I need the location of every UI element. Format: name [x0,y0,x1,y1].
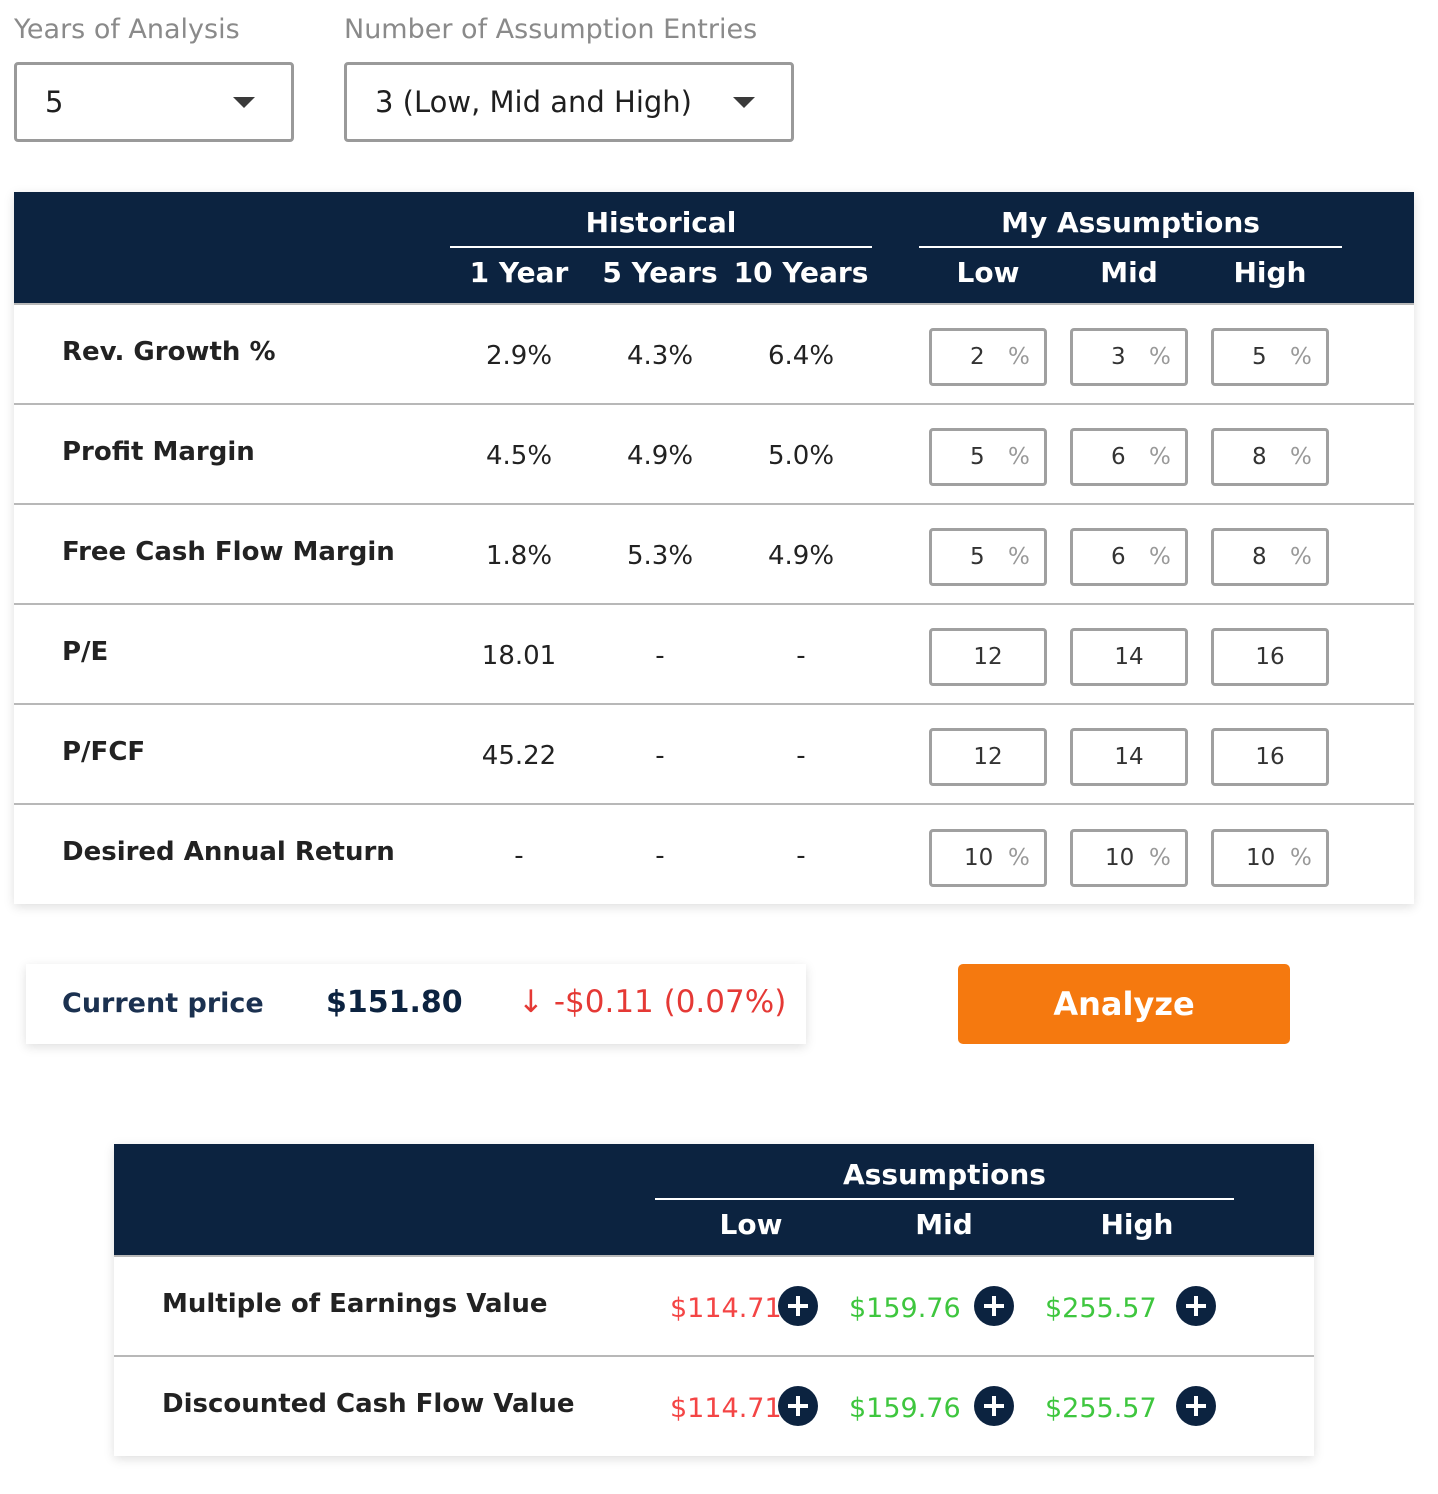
mid-input[interactable]: 6% [1070,528,1188,586]
high-input[interactable]: 10% [1211,829,1329,887]
mid-value: $159.76 [849,1293,961,1324]
row-label: P/FCF [62,737,146,767]
low-input[interactable]: 5% [929,428,1047,486]
mid-input[interactable]: 10% [1070,829,1188,887]
hist-10-years: - [796,741,806,771]
table-row: Profit Margin 4.5% 4.9% 5.0% 5% 6% 8% [14,403,1414,503]
high-input[interactable]: 8% [1211,428,1329,486]
mid-input[interactable]: 6% [1070,428,1188,486]
table-row: Multiple of Earnings Value $114.71 $159.… [114,1255,1314,1355]
table-row: P/E 18.01 - - 12 14 16 [14,603,1414,703]
assumption-entries-select[interactable]: 3 (Low, Mid and High) [344,62,794,142]
current-price-label: Current price [62,988,264,1019]
hist-5-years: 5.3% [626,541,694,571]
historical-group-header: Historical [585,206,737,239]
chevron-down-icon [733,96,755,108]
hist-10-years: - [796,841,806,871]
row-label: P/E [62,637,109,667]
mid-input[interactable]: 3% [1070,328,1188,386]
plus-circle-icon[interactable] [974,1386,1014,1426]
table-row: Free Cash Flow Margin 1.8% 5.3% 4.9% 5% … [14,503,1414,603]
high-value: $255.57 [1045,1293,1157,1324]
hist-1-year: 2.9% [485,341,553,371]
plus-circle-icon[interactable] [778,1386,818,1426]
mid-value: $159.76 [849,1393,961,1424]
row-label: Discounted Cash Flow Value [162,1389,575,1419]
high-input[interactable]: 16 [1211,628,1329,686]
table-row: Discounted Cash Flow Value $114.71 $159.… [114,1355,1314,1455]
row-label: Rev. Growth % [62,337,276,367]
assumption-entries-value: 3 (Low, Mid and High) [375,85,692,119]
hist-5-years: - [655,741,665,771]
hist-1-year: - [514,841,524,871]
col-header-5-years: 5 Years [602,256,718,289]
plus-circle-icon[interactable] [974,1286,1014,1326]
years-of-analysis-value: 5 [45,85,64,119]
col-header-low: Low [719,1208,783,1241]
plus-circle-icon[interactable] [778,1286,818,1326]
high-value: $255.57 [1045,1393,1157,1424]
assumptions-table-header: Historical My Assumptions 1 Year 5 Years… [14,192,1414,304]
table-row: P/FCF 45.22 - - 12 14 16 [14,703,1414,803]
table-row: Rev. Growth % 2.9% 4.3% 6.4% 2% 3% 5% [14,303,1414,403]
low-input[interactable]: 5% [929,528,1047,586]
low-input[interactable]: 12 [929,628,1047,686]
analyze-button[interactable]: Analyze [958,964,1290,1044]
plus-circle-icon[interactable] [1176,1386,1216,1426]
chevron-down-icon [233,96,255,108]
mid-input[interactable]: 14 [1070,628,1188,686]
plus-circle-icon[interactable] [1176,1286,1216,1326]
high-input[interactable]: 16 [1211,728,1329,786]
col-header-1-year: 1 Year [469,256,569,289]
mid-input[interactable]: 14 [1070,728,1188,786]
low-input[interactable]: 12 [929,728,1047,786]
assumptions-table: Historical My Assumptions 1 Year 5 Years… [14,192,1414,904]
col-header-high: High [1100,1208,1174,1241]
low-value: $114.71 [670,1293,782,1324]
high-input[interactable]: 5% [1211,328,1329,386]
col-header-mid: Mid [915,1208,973,1241]
row-label: Desired Annual Return [62,837,395,867]
hist-5-years: - [655,841,665,871]
hist-10-years: 6.4% [767,341,835,371]
hist-5-years: 4.9% [626,441,694,471]
current-price-value: $151.80 [326,985,463,1020]
hist-1-year: 1.8% [485,541,553,571]
col-header-10-years: 10 Years [733,256,869,289]
years-of-analysis-select[interactable]: 5 [14,62,294,142]
low-value: $114.71 [670,1393,782,1424]
low-input[interactable]: 2% [929,328,1047,386]
hist-5-years: - [655,641,665,671]
assumption-entries-label: Number of Assumption Entries [344,14,758,45]
row-label: Free Cash Flow Margin [62,537,395,567]
assumptions-group-header: Assumptions [843,1158,1046,1191]
table-row: Desired Annual Return - - - 10% 10% 10% [14,803,1414,903]
hist-10-years: 4.9% [767,541,835,571]
my-assumptions-underline [919,246,1342,248]
my-assumptions-group-header: My Assumptions [1001,206,1260,239]
historical-underline [450,246,872,248]
hist-1-year: 45.22 [481,741,557,771]
high-input[interactable]: 8% [1211,528,1329,586]
hist-1-year: 4.5% [485,441,553,471]
row-label: Multiple of Earnings Value [162,1289,548,1319]
col-header-low: Low [956,256,1020,289]
col-header-mid: Mid [1100,256,1158,289]
years-of-analysis-label: Years of Analysis [14,14,240,45]
low-input[interactable]: 10% [929,829,1047,887]
hist-5-years: 4.3% [626,341,694,371]
current-price-card: Current price $151.80 ↓ -$0.11 (0.07%) [26,964,806,1044]
hist-10-years: 5.0% [767,441,835,471]
col-header-high: High [1233,256,1307,289]
hist-10-years: - [796,641,806,671]
price-change: ↓ -$0.11 (0.07%) [518,984,787,1020]
assumptions-underline [655,1198,1234,1200]
results-table-header: Assumptions Low Mid High [114,1144,1314,1256]
hist-1-year: 18.01 [481,641,557,671]
row-label: Profit Margin [62,437,255,467]
results-table: Assumptions Low Mid High Multiple of Ear… [114,1144,1314,1456]
